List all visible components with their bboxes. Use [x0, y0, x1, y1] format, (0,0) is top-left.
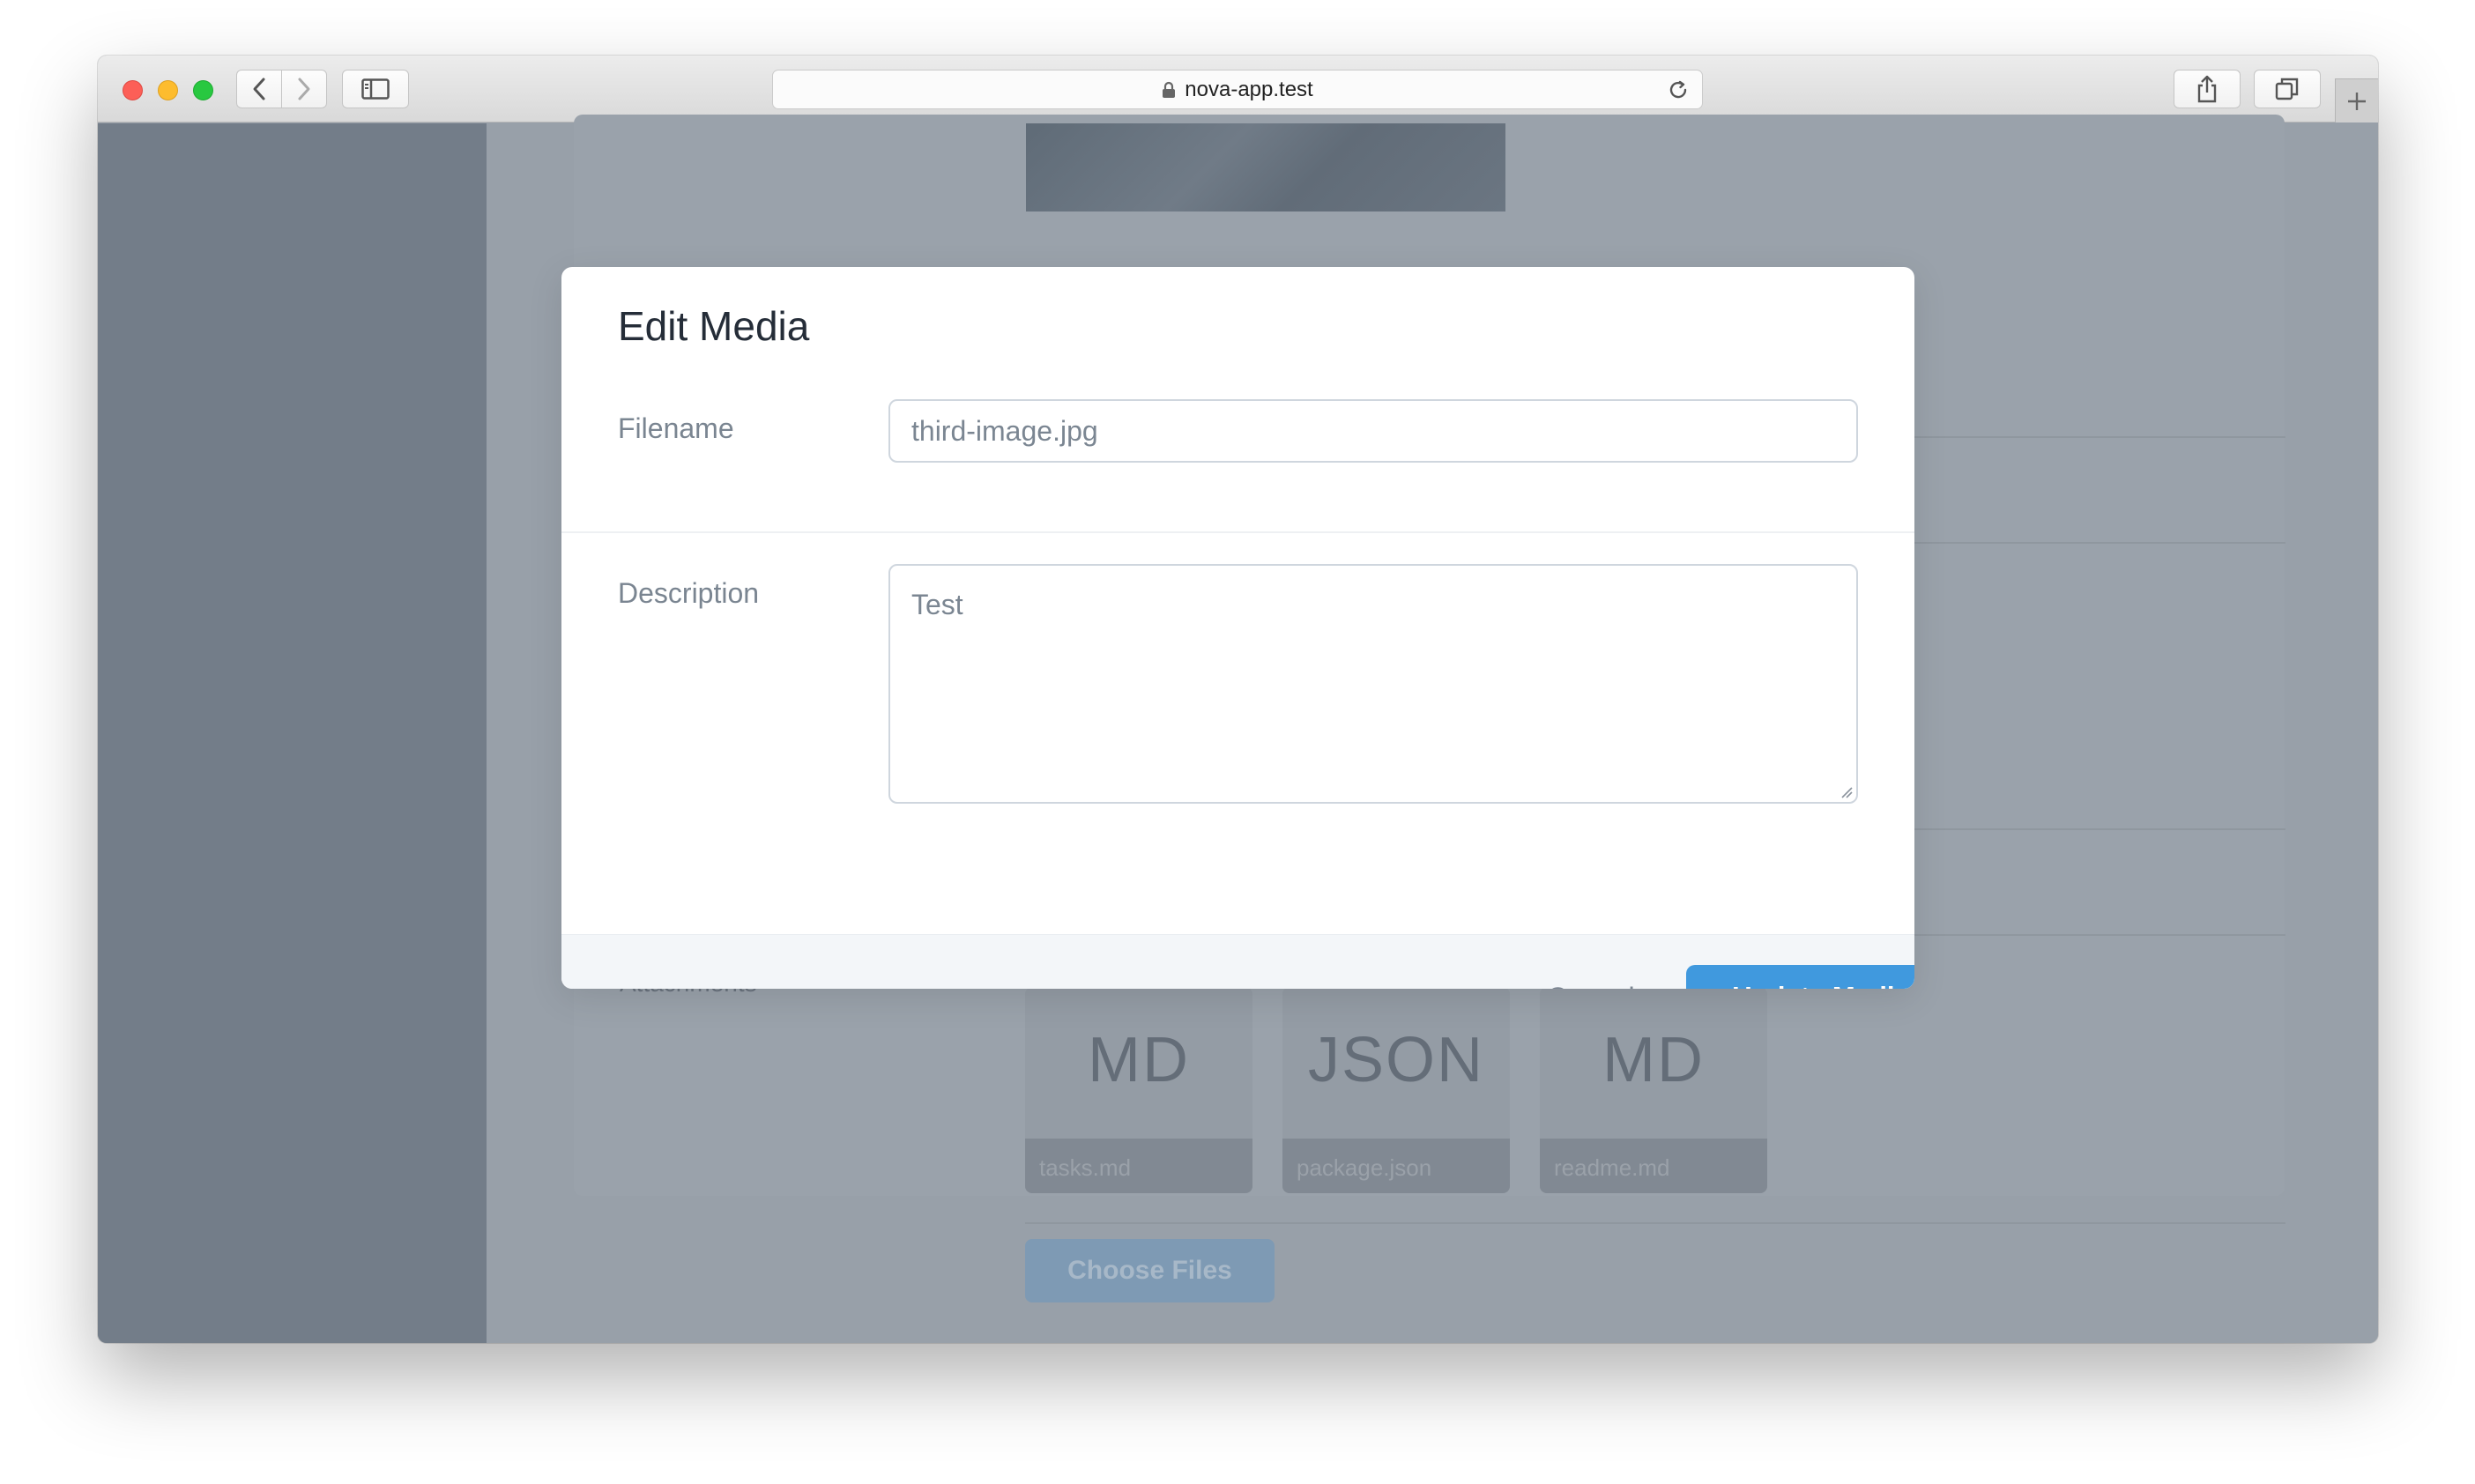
chevron-left-icon [253, 78, 265, 100]
address-bar-content: nova-app.test [773, 70, 1702, 108]
file-name: tasks.md [1025, 1139, 1252, 1193]
browser-window: nova-app.test MD tasks.md JSON package.j… [98, 56, 2378, 1343]
share-button[interactable] [2174, 70, 2241, 108]
image-preview [1026, 123, 1505, 211]
file-type-label: JSON [1307, 1025, 1485, 1095]
maximize-window-button[interactable] [193, 80, 213, 100]
new-tab-button[interactable] [2335, 78, 2378, 122]
filename-input[interactable] [888, 399, 1858, 463]
reload-icon[interactable] [1667, 78, 1690, 101]
tabs-icon [2275, 78, 2299, 100]
resize-handle-icon[interactable] [1840, 786, 1853, 798]
page-content: Attachments MD tasks.md JSON package.jso… [98, 115, 2378, 1343]
sidebar-icon [361, 78, 390, 100]
attachment-tile[interactable]: MD readme.md [1540, 987, 1767, 1193]
edit-media-modal: Edit Media Filename Description Test Can… [561, 267, 1914, 989]
filename-label: Filename [618, 412, 734, 444]
modal-footer: Cancel Update Media [561, 934, 1914, 989]
minimize-window-button[interactable] [158, 80, 178, 100]
sidebar-toggle-button[interactable] [342, 70, 409, 108]
form-divider [561, 531, 1914, 533]
address-bar[interactable]: nova-app.test [772, 70, 1703, 109]
attachment-tile[interactable]: JSON package.json [1282, 987, 1510, 1193]
browser-toolbar: nova-app.test [98, 56, 2378, 122]
url-text: nova-app.test [1185, 77, 1313, 101]
close-window-button[interactable] [123, 80, 143, 100]
attachment-tile[interactable]: MD tasks.md [1025, 987, 1252, 1193]
file-type-label: MD [1088, 1025, 1190, 1095]
choose-files-button[interactable]: Choose Files [1025, 1239, 1275, 1302]
modal-title: Edit Media [618, 303, 810, 349]
cancel-button[interactable]: Cancel [1547, 982, 1635, 989]
app-sidebar [98, 123, 487, 1343]
lock-icon [1163, 81, 1176, 98]
file-name: package.json [1282, 1139, 1510, 1193]
file-name: readme.md [1540, 1139, 1767, 1193]
share-icon [2197, 75, 2217, 103]
update-media-button[interactable]: Update Media [1686, 965, 1914, 989]
divider [1025, 1222, 2285, 1224]
back-button[interactable] [236, 70, 282, 108]
description-label: Description [618, 577, 760, 609]
plus-icon [2348, 92, 2366, 110]
forward-button[interactable] [281, 70, 327, 108]
file-type-label: MD [1602, 1025, 1705, 1095]
chevron-right-icon [298, 78, 310, 100]
description-textarea[interactable]: Test [888, 564, 1858, 804]
tabs-overview-button[interactable] [2254, 70, 2321, 108]
